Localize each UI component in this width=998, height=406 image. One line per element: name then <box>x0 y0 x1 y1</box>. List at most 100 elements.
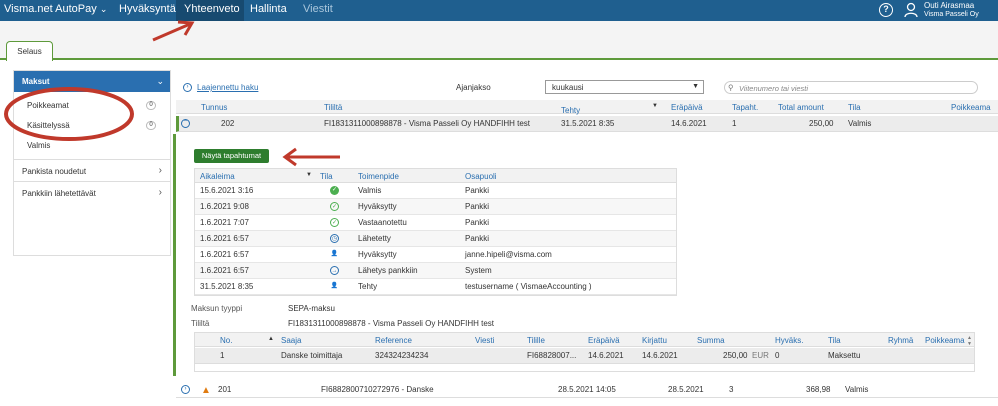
user-org[interactable]: Visma Passeli Oy <box>924 11 979 19</box>
event-party: Pankki <box>465 202 490 211</box>
column-header-due[interactable]: Eräpäivä <box>588 336 620 345</box>
nav-messages[interactable]: Viestit <box>303 3 333 15</box>
column-header-exception[interactable]: Poikkeama <box>925 336 965 345</box>
column-header-account[interactable]: Tililtä <box>324 103 342 112</box>
collapse-icon[interactable]: ⌃ <box>181 119 190 128</box>
column-header-no[interactable]: No. <box>220 336 232 345</box>
cell-amount: 250,00 <box>723 351 748 360</box>
check-outline-icon: ✓ <box>330 218 339 227</box>
sidebar-item-label: Pankista noudetut <box>22 167 87 176</box>
cell-currency: EUR <box>752 351 769 360</box>
column-header-approvals[interactable]: Hyväks. <box>775 336 803 345</box>
event-time: 1.6.2021 7:07 <box>200 218 249 227</box>
sort-desc-icon: ▼ <box>306 172 312 178</box>
cell-booked: 14.6.2021 <box>642 351 678 360</box>
cell-id: 201 <box>218 385 232 394</box>
scroll-arrows-icon[interactable]: ▲ ▼ <box>967 335 972 347</box>
period-select-value: kuukausi <box>552 83 584 92</box>
event-party: testusername ( VismaeAccounting ) <box>465 282 592 291</box>
payments-header: No. ▲ Saaja Reference Viesti Tilille Erä… <box>195 333 974 347</box>
event-time: 1.6.2021 6:57 <box>200 234 249 243</box>
table-row[interactable]: › ▲ 201 FI6882800710272976 - Danske 28.5… <box>176 382 998 398</box>
nav-admin[interactable]: Hallinta <box>250 3 287 15</box>
sidebar-item-to-send-to-bank[interactable]: Pankkiin lähetettävät › <box>14 181 170 203</box>
column-header-total[interactable]: Total amount <box>778 103 824 112</box>
cell-due: 28.5.2021 <box>668 385 704 394</box>
sort-asc-icon: ▲ <box>268 336 274 342</box>
chevron-down-icon: ⌄ <box>156 76 164 86</box>
events-header: Aikaleima ▼ Tila Toimenpide Osapuoli <box>195 169 676 183</box>
event-party: Pankki <box>465 186 490 195</box>
grid-header: Tunnus Tililtä Tehty ▼ Eräpäivä Tapaht. … <box>176 100 998 115</box>
event-party: Pankki <box>465 218 490 227</box>
list-item: 1.6.2021 9:08 ✓ Hyväksytty Pankki <box>195 199 676 215</box>
column-header-payee[interactable]: Saaja <box>281 336 301 345</box>
event-action: Hyväksytty <box>358 202 397 211</box>
cell-events: 1 <box>732 119 737 128</box>
list-item: 1.6.2021 6:57 → Lähetys pankkiin System <box>195 263 676 279</box>
nav-approval[interactable]: Hyväksyntä <box>119 3 176 15</box>
column-header-state[interactable]: Tila <box>320 172 333 181</box>
chevron-right-icon: › <box>158 187 162 198</box>
event-action: Lähetys pankkiin <box>358 266 418 275</box>
annotation-ellipse <box>4 87 134 141</box>
column-header-status[interactable]: Tila <box>828 336 841 345</box>
event-time: 1.6.2021 9:08 <box>200 202 249 211</box>
cell-payee: Danske toimittaja <box>281 351 343 360</box>
cell-events: 3 <box>729 385 734 394</box>
chevron-right-circle-icon[interactable]: › <box>183 83 192 92</box>
table-row[interactable]: 1 Danske toimittaja 324324234234 FI68828… <box>195 348 974 364</box>
cell-account: FI6882800710272976 - Danske <box>321 385 434 394</box>
search-input[interactable]: ⚲ Viitenumero tai viesti <box>724 81 978 94</box>
event-action: Hyväksytty <box>358 250 397 259</box>
app-switcher[interactable]: Visma.net AutoPay ⌄ <box>4 3 107 15</box>
period-label: Ajanjakso <box>456 83 491 92</box>
table-row[interactable]: ⌃ 202 FI1831311000898878 - Visma Passeli… <box>176 116 998 132</box>
event-time: 15.6.2021 3:16 <box>200 186 254 195</box>
cell-status: Maksettu <box>828 351 861 360</box>
column-header-status[interactable]: Tila <box>848 103 861 112</box>
period-select[interactable]: kuukausi ▼ <box>545 80 704 94</box>
expand-icon[interactable]: › <box>181 385 190 394</box>
cell-status: Valmis <box>845 385 869 394</box>
tab-browse[interactable]: Selaus <box>6 41 53 61</box>
count-badge: 0 <box>146 121 156 130</box>
nav-summary[interactable]: Yhteenveto <box>184 3 240 15</box>
annotation-arrow-nav <box>152 20 195 42</box>
sort-desc-icon: ▼ <box>652 103 658 109</box>
brand-name: Visma.net AutoPay <box>4 3 97 15</box>
column-header-id[interactable]: Tunnus <box>201 103 227 112</box>
from-account-value: FI1831311000898878 - Visma Passeli Oy HA… <box>288 319 495 328</box>
column-header-party[interactable]: Osapuoli <box>465 172 497 181</box>
event-action: Valmis <box>358 186 382 195</box>
column-header-to-account[interactable]: Tilille <box>527 336 545 345</box>
column-header-events[interactable]: Tapaht. <box>732 103 758 112</box>
user-icon[interactable] <box>904 2 918 18</box>
cell-no: 1 <box>220 351 225 360</box>
advanced-search-link[interactable]: Laajennettu haku <box>197 83 258 92</box>
show-events-button[interactable]: Näytä tapahtumat <box>194 149 269 163</box>
column-header-action[interactable]: Toimenpide <box>358 172 399 181</box>
user-check-icon: 👤 <box>330 251 339 257</box>
column-header-group[interactable]: Ryhmä <box>888 336 913 345</box>
help-icon[interactable]: ? <box>879 3 893 17</box>
user-name[interactable]: Outi Airasmaa <box>924 1 974 10</box>
sidebar-item-label: Pankkiin lähetettävät <box>22 189 96 198</box>
user-icon: 👤 <box>330 283 339 289</box>
chevron-right-icon: › <box>158 165 162 176</box>
sidebar-item-fetched-from-bank[interactable]: Pankista noudetut › <box>14 159 170 181</box>
event-action: Vastaanotettu <box>358 218 407 227</box>
column-header-booked[interactable]: Kirjattu <box>642 336 667 345</box>
list-item: 1.6.2021 6:57 ◷ Lähetetty Pankki <box>195 231 676 247</box>
count-badge: 0 <box>146 101 156 110</box>
column-header-timestamp[interactable]: Aikaleima <box>200 172 235 181</box>
column-header-reference[interactable]: Reference <box>375 336 412 345</box>
check-outline-icon: ✓ <box>330 202 339 211</box>
column-header-message[interactable]: Viesti <box>475 336 494 345</box>
column-header-exception[interactable]: Poikkeama <box>951 103 991 112</box>
column-header-amount[interactable]: Summa <box>697 336 725 345</box>
cell-due: 14.6.2021 <box>588 351 624 360</box>
cell-approvals: 0 <box>775 351 780 360</box>
column-header-due[interactable]: Eräpäivä <box>671 103 703 112</box>
event-time: 1.6.2021 6:57 <box>200 266 249 275</box>
